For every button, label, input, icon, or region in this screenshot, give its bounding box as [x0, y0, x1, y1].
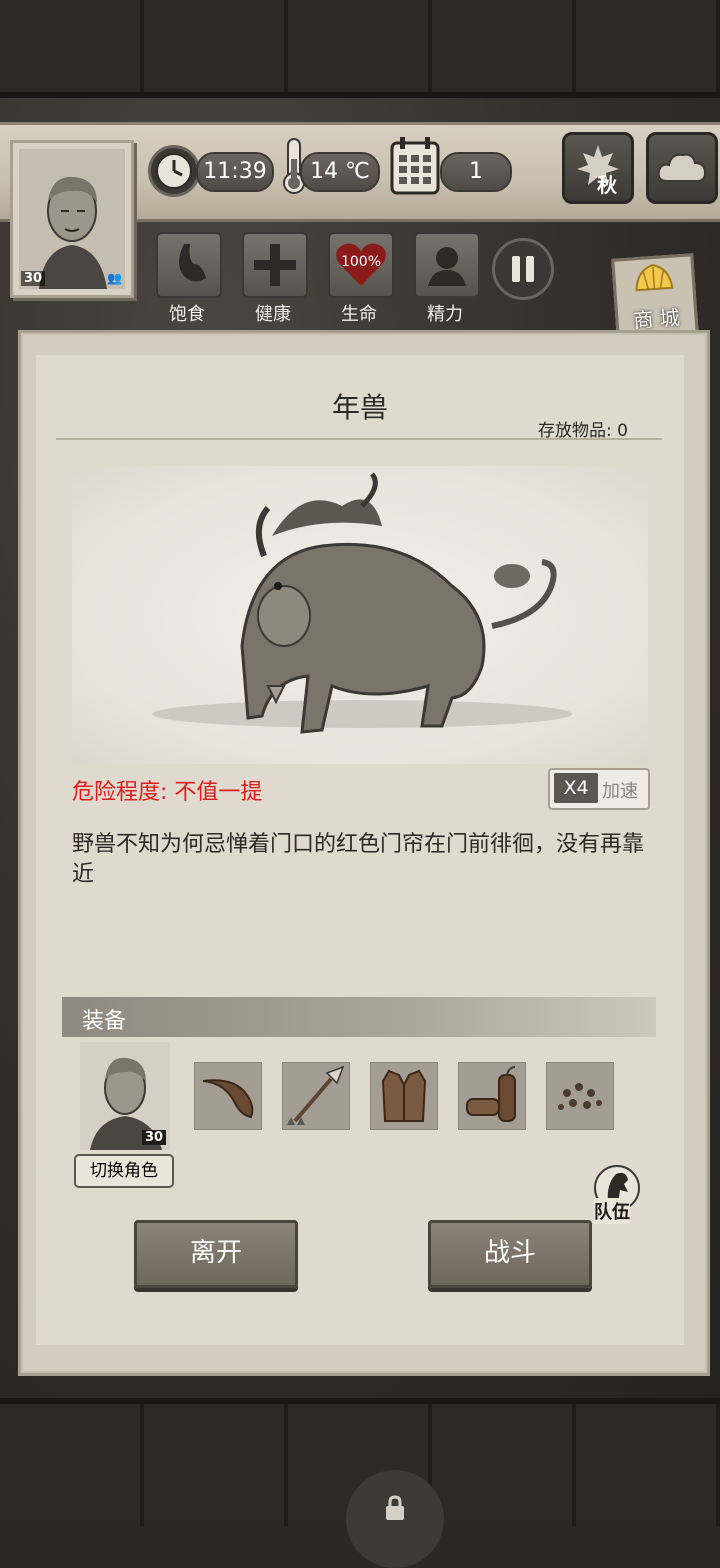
encounter-description: 野兽不知为何忌惮着门口的红色门帘在门前徘徊，没有再靠近 — [72, 832, 645, 887]
life-gauge[interactable]: 100% — [328, 232, 394, 298]
pause-button[interactable] — [492, 238, 554, 300]
shell-icon — [635, 264, 674, 292]
life-label: 生命 — [341, 304, 377, 325]
equipment-title: 装备 — [82, 1009, 127, 1034]
firecracker-icon — [466, 1066, 516, 1122]
switch-character-button[interactable]: 切换角色 — [74, 1154, 174, 1188]
team-member-icon: 👥 — [107, 271, 122, 285]
beast-illustration — [72, 466, 648, 764]
top-wood-band — [0, 0, 720, 98]
shop-button[interactable]: 商 城 — [611, 253, 699, 341]
equipped-character-portrait[interactable]: 30 — [80, 1042, 170, 1150]
equipment-header: 装备 — [62, 997, 656, 1037]
equipment-slot-1[interactable] — [194, 1062, 262, 1130]
title-divider — [56, 438, 662, 440]
fight-label: 战斗 — [483, 1238, 536, 1268]
avatar — [19, 149, 125, 289]
switch-character-label: 切换角色 — [90, 1161, 158, 1181]
team-label: 队伍 — [594, 1198, 630, 1224]
avatar-level: 30 — [21, 271, 46, 286]
temperature-display: 14 ℃ — [300, 152, 380, 192]
speed-label: 加速 — [602, 781, 638, 802]
calendar-icon — [388, 135, 442, 197]
weather-button[interactable] — [646, 132, 718, 204]
equipment-slot-2[interactable] — [282, 1062, 350, 1130]
season-label: 秋 — [597, 173, 617, 197]
leave-button[interactable]: 离开 — [134, 1220, 298, 1288]
spear-icon — [287, 1065, 345, 1125]
lock-button[interactable] — [346, 1470, 444, 1568]
satiety-gauge[interactable] — [156, 232, 222, 298]
energy-gauge[interactable] — [414, 232, 480, 298]
person-icon — [428, 247, 466, 286]
speed-up-button[interactable]: X4 加速 — [548, 768, 650, 810]
lock-icon — [386, 1495, 404, 1520]
equipment-slot-4[interactable] — [458, 1062, 526, 1130]
energy-label: 精力 — [427, 304, 463, 325]
player-avatar-card[interactable]: 30 👥 — [10, 140, 134, 298]
leave-label: 离开 — [189, 1238, 242, 1268]
equipped-character-level: 30 — [142, 1130, 167, 1145]
vest-icon — [381, 1069, 427, 1122]
clock-icon — [148, 145, 200, 197]
speed-multiplier: X4 — [554, 773, 598, 803]
season-button[interactable]: 秋 — [562, 132, 634, 204]
team-button[interactable]: 队伍 — [586, 1160, 648, 1224]
time-display: 11:39 — [196, 152, 274, 192]
equipment-slot-5[interactable] — [546, 1062, 614, 1130]
stomach-icon — [179, 244, 206, 282]
pause-icon — [512, 256, 534, 282]
cross-icon — [254, 244, 296, 286]
cloud-icon — [657, 153, 707, 182]
health-gauge[interactable] — [242, 232, 308, 298]
horn-icon — [202, 1079, 254, 1119]
danger-level: 危险程度: 不值一提 — [72, 780, 263, 805]
fight-button[interactable]: 战斗 — [428, 1220, 592, 1288]
health-label: 健康 — [255, 304, 291, 325]
pellets-icon — [558, 1083, 602, 1110]
equipment-slot-3[interactable] — [370, 1062, 438, 1130]
day-counter: 1 — [440, 152, 512, 192]
life-value: 100% — [340, 254, 382, 270]
satiety-label: 饱食 — [169, 304, 205, 325]
